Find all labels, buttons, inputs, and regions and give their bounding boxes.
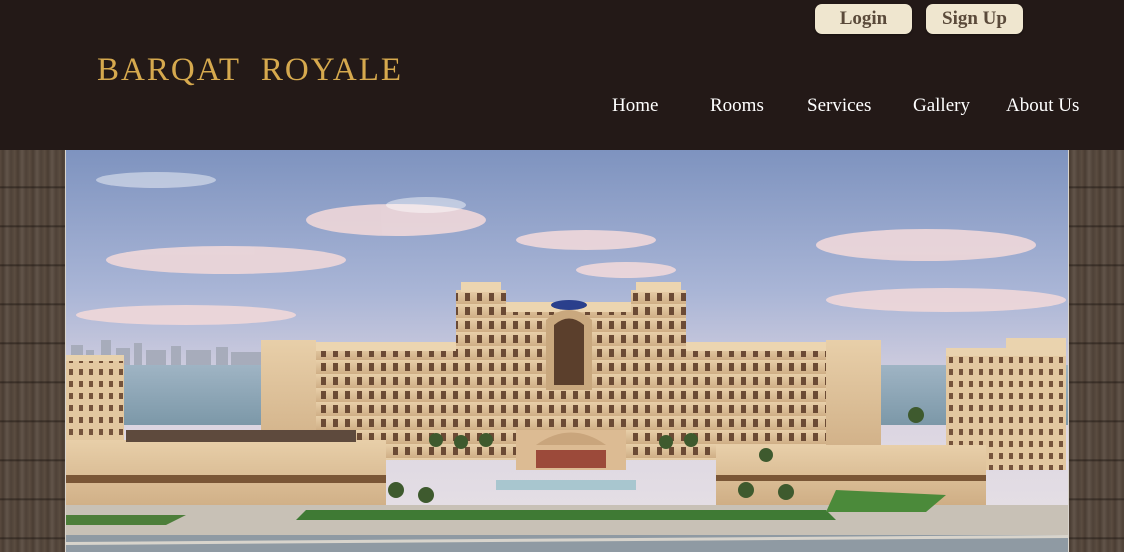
nav-item-home[interactable]: Home	[612, 95, 658, 117]
nav-item-services[interactable]: Services	[807, 95, 871, 117]
wood-border-left	[0, 150, 65, 552]
login-button[interactable]: Login	[815, 4, 912, 34]
wood-border-right	[1067, 150, 1124, 552]
nav-item-about-us[interactable]: About Us	[1006, 95, 1079, 117]
nav-item-rooms[interactable]: Rooms	[710, 95, 764, 117]
hero-image	[65, 150, 1069, 552]
signup-button[interactable]: Sign Up	[926, 4, 1023, 34]
site-logo[interactable]: BARQAT ROYALE	[97, 52, 403, 89]
site-header: Login Sign Up BARQAT ROYALE Home Rooms S…	[0, 0, 1124, 150]
nav-item-gallery[interactable]: Gallery	[913, 95, 970, 117]
